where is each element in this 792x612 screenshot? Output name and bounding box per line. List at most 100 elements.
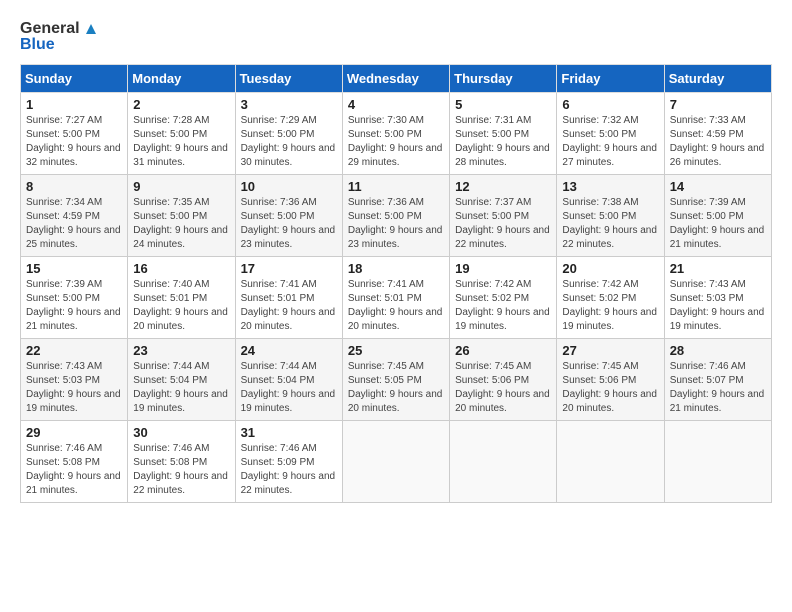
day-info: Sunrise: 7:46 AMSunset: 5:07 PMDaylight:… — [670, 361, 765, 414]
day-number: 16 — [133, 261, 229, 276]
day-info: Sunrise: 7:42 AMSunset: 5:02 PMDaylight:… — [562, 279, 657, 332]
day-number: 23 — [133, 343, 229, 358]
day-number: 10 — [241, 179, 337, 194]
day-info: Sunrise: 7:44 AMSunset: 5:04 PMDaylight:… — [241, 361, 336, 414]
day-info: Sunrise: 7:39 AMSunset: 5:00 PMDaylight:… — [26, 279, 121, 332]
day-number: 1 — [26, 97, 122, 112]
calendar-cell: 8 Sunrise: 7:34 AMSunset: 4:59 PMDaylight… — [21, 174, 128, 256]
day-number: 2 — [133, 97, 229, 112]
day-info: Sunrise: 7:30 AMSunset: 5:00 PMDaylight:… — [348, 115, 443, 168]
day-number: 11 — [348, 179, 444, 194]
calendar-cell: 31 Sunrise: 7:46 AMSunset: 5:09 PMDayligh… — [235, 420, 342, 502]
calendar-cell: 13 Sunrise: 7:38 AMSunset: 5:00 PMDayligh… — [557, 174, 664, 256]
calendar-cell: 22 Sunrise: 7:43 AMSunset: 5:03 PMDayligh… — [21, 338, 128, 420]
calendar-cell: 29 Sunrise: 7:46 AMSunset: 5:08 PMDayligh… — [21, 420, 128, 502]
calendar-cell: 4 Sunrise: 7:30 AMSunset: 5:00 PMDaylight… — [342, 92, 449, 174]
day-number: 28 — [670, 343, 766, 358]
day-info: Sunrise: 7:33 AMSunset: 4:59 PMDaylight:… — [670, 115, 765, 168]
day-info: Sunrise: 7:38 AMSunset: 5:00 PMDaylight:… — [562, 197, 657, 250]
day-number: 17 — [241, 261, 337, 276]
day-number: 13 — [562, 179, 658, 194]
day-info: Sunrise: 7:34 AMSunset: 4:59 PMDaylight:… — [26, 197, 121, 250]
col-header-wednesday: Wednesday — [342, 64, 449, 92]
page-header: General Blue — [20, 20, 772, 54]
logo-container: General Blue — [20, 20, 100, 54]
day-number: 8 — [26, 179, 122, 194]
calendar-cell — [664, 420, 771, 502]
col-header-friday: Friday — [557, 64, 664, 92]
day-info: Sunrise: 7:35 AMSunset: 5:00 PMDaylight:… — [133, 197, 228, 250]
calendar-cell: 26Sunrise: 7:45 AMSunset: 5:06 PMDayligh… — [450, 338, 557, 420]
calendar-cell: 23 Sunrise: 7:44 AMSunset: 5:04 PMDayligh… — [128, 338, 235, 420]
day-info: Sunrise: 7:40 AMSunset: 5:01 PMDaylight:… — [133, 279, 228, 332]
day-info: Sunrise: 7:42 AMSunset: 5:02 PMDaylight:… — [455, 279, 550, 332]
calendar-cell: 5 Sunrise: 7:31 AMSunset: 5:00 PMDaylight… — [450, 92, 557, 174]
calendar-cell: 18Sunrise: 7:41 AMSunset: 5:01 PMDayligh… — [342, 256, 449, 338]
calendar-cell: 28 Sunrise: 7:46 AMSunset: 5:07 PMDayligh… — [664, 338, 771, 420]
day-number: 29 — [26, 425, 122, 440]
calendar-cell: 21 Sunrise: 7:43 AMSunset: 5:03 PMDayligh… — [664, 256, 771, 338]
day-info: Sunrise: 7:45 AMSunset: 5:05 PMDaylight:… — [348, 361, 443, 414]
col-header-monday: Monday — [128, 64, 235, 92]
calendar-table: SundayMondayTuesdayWednesdayThursdayFrid… — [20, 64, 772, 503]
day-info: Sunrise: 7:44 AMSunset: 5:04 PMDaylight:… — [133, 361, 228, 414]
col-header-thursday: Thursday — [450, 64, 557, 92]
col-header-saturday: Saturday — [664, 64, 771, 92]
col-header-tuesday: Tuesday — [235, 64, 342, 92]
day-info: Sunrise: 7:36 AMSunset: 5:00 PMDaylight:… — [241, 197, 336, 250]
calendar-cell — [342, 420, 449, 502]
day-number: 31 — [241, 425, 337, 440]
calendar-cell: 15 Sunrise: 7:39 AMSunset: 5:00 PMDayligh… — [21, 256, 128, 338]
calendar-cell: 6 Sunrise: 7:32 AMSunset: 5:00 PMDaylight… — [557, 92, 664, 174]
day-number: 12 — [455, 179, 551, 194]
day-number: 5 — [455, 97, 551, 112]
day-info: Sunrise: 7:39 AMSunset: 5:00 PMDaylight:… — [670, 197, 765, 250]
day-info: Sunrise: 7:46 AMSunset: 5:08 PMDaylight:… — [26, 443, 121, 496]
day-info: Sunrise: 7:31 AMSunset: 5:00 PMDaylight:… — [455, 115, 550, 168]
calendar-cell — [450, 420, 557, 502]
day-number: 20 — [562, 261, 658, 276]
day-info: Sunrise: 7:43 AMSunset: 5:03 PMDaylight:… — [26, 361, 121, 414]
day-info: Sunrise: 7:45 AMSunset: 5:06 PMDaylight:… — [562, 361, 657, 414]
day-info: Sunrise: 7:32 AMSunset: 5:00 PMDaylight:… — [562, 115, 657, 168]
day-number: 21 — [670, 261, 766, 276]
day-info: Sunrise: 7:36 AMSunset: 5:00 PMDaylight:… — [348, 197, 443, 250]
day-number: 15 — [26, 261, 122, 276]
day-info: Sunrise: 7:46 AMSunset: 5:08 PMDaylight:… — [133, 443, 228, 496]
calendar-cell: 16 Sunrise: 7:40 AMSunset: 5:01 PMDayligh… — [128, 256, 235, 338]
calendar-cell: 12 Sunrise: 7:37 AMSunset: 5:00 PMDayligh… — [450, 174, 557, 256]
day-number: 7 — [670, 97, 766, 112]
calendar-cell: 30 Sunrise: 7:46 AMSunset: 5:08 PMDayligh… — [128, 420, 235, 502]
day-info: Sunrise: 7:27 AMSunset: 5:00 PMDaylight:… — [26, 115, 121, 168]
day-number: 14 — [670, 179, 766, 194]
day-number: 4 — [348, 97, 444, 112]
calendar-cell: 19 Sunrise: 7:42 AMSunset: 5:02 PMDayligh… — [450, 256, 557, 338]
day-info: Sunrise: 7:37 AMSunset: 5:00 PMDaylight:… — [455, 197, 550, 250]
calendar-cell: 1 Sunrise: 7:27 AMSunset: 5:00 PMDaylight… — [21, 92, 128, 174]
col-header-sunday: Sunday — [21, 64, 128, 92]
calendar-cell: 3Sunrise: 7:29 AMSunset: 5:00 PMDaylight… — [235, 92, 342, 174]
day-number: 24 — [241, 343, 337, 358]
day-number: 18 — [348, 261, 444, 276]
day-info: Sunrise: 7:46 AMSunset: 5:09 PMDaylight:… — [241, 443, 336, 496]
day-number: 19 — [455, 261, 551, 276]
day-info: Sunrise: 7:43 AMSunset: 5:03 PMDaylight:… — [670, 279, 765, 332]
day-number: 3 — [241, 97, 337, 112]
day-number: 6 — [562, 97, 658, 112]
calendar-cell: 20 Sunrise: 7:42 AMSunset: 5:02 PMDayligh… — [557, 256, 664, 338]
calendar-cell: 2 Sunrise: 7:28 AMSunset: 5:00 PMDaylight… — [128, 92, 235, 174]
day-number: 27 — [562, 343, 658, 358]
day-number: 22 — [26, 343, 122, 358]
day-info: Sunrise: 7:28 AMSunset: 5:00 PMDaylight:… — [133, 115, 228, 168]
day-number: 9 — [133, 179, 229, 194]
day-number: 30 — [133, 425, 229, 440]
day-info: Sunrise: 7:41 AMSunset: 5:01 PMDaylight:… — [241, 279, 336, 332]
day-info: Sunrise: 7:45 AMSunset: 5:06 PMDaylight:… — [455, 361, 550, 414]
logo: General Blue — [20, 20, 100, 54]
calendar-cell: 9 Sunrise: 7:35 AMSunset: 5:00 PMDaylight… — [128, 174, 235, 256]
calendar-cell: 14 Sunrise: 7:39 AMSunset: 5:00 PMDayligh… — [664, 174, 771, 256]
calendar-cell: 17 Sunrise: 7:41 AMSunset: 5:01 PMDayligh… — [235, 256, 342, 338]
calendar-cell: 11 Sunrise: 7:36 AMSunset: 5:00 PMDayligh… — [342, 174, 449, 256]
calendar-cell: 27 Sunrise: 7:45 AMSunset: 5:06 PMDayligh… — [557, 338, 664, 420]
calendar-cell: 24 Sunrise: 7:44 AMSunset: 5:04 PMDayligh… — [235, 338, 342, 420]
